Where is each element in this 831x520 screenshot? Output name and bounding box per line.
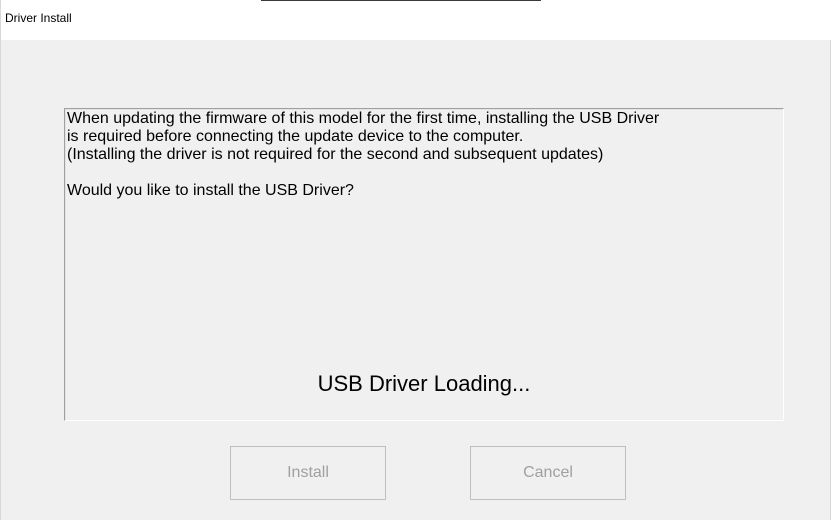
cancel-button[interactable]: Cancel [470, 446, 626, 500]
message-line-2: is required before connecting the update… [67, 128, 524, 145]
title-bar[interactable]: Driver Install [1, 0, 831, 40]
loading-status-text: USB Driver Loading... [317, 371, 531, 396]
driver-install-window: Driver Install When updating the firmwar… [0, 0, 831, 520]
message-line-3: (Installing the driver is not required f… [67, 146, 604, 163]
message-text: When updating the firmware of this model… [67, 110, 779, 200]
window-title: Driver Install [5, 11, 72, 25]
message-spacer [67, 164, 779, 182]
message-line-1: When updating the firmware of this model… [67, 110, 660, 127]
install-button[interactable]: Install [230, 446, 386, 500]
message-question: Would you like to install the USB Driver… [67, 182, 354, 199]
title-bar-accent [261, 0, 541, 1]
message-panel: When updating the firmware of this model… [64, 108, 784, 421]
